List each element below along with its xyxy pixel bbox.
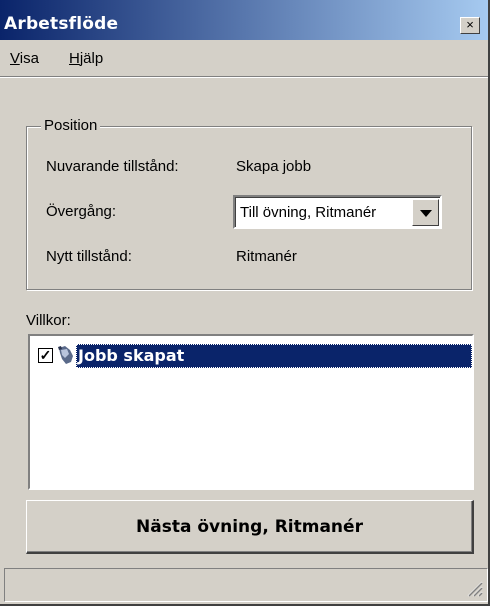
conditions-list[interactable]: ✓ Jobb skapat xyxy=(28,334,474,490)
workflow-window: Arbetsflöde × Visa Hjälp Position Nuvara… xyxy=(0,0,490,606)
position-legend: Position xyxy=(41,117,101,134)
chevron-down-icon xyxy=(420,210,432,217)
new-state-label: Nytt tillstånd: xyxy=(46,248,132,265)
close-icon: × xyxy=(466,17,474,32)
condition-selected-row[interactable]: Jobb skapat xyxy=(76,344,472,368)
transition-selected-value: Till övning, Ritmanér xyxy=(240,204,377,221)
condition-checkbox[interactable]: ✓ xyxy=(38,348,53,363)
new-state-value: Ritmanér xyxy=(236,248,297,265)
list-item[interactable]: ✓ Jobb skapat xyxy=(34,342,472,368)
status-bar xyxy=(4,568,488,602)
menu-hjalp-label: jälp xyxy=(79,50,104,67)
menu-bar: Visa Hjälp xyxy=(0,40,488,77)
transition-select-inner: Till övning, Ritmanér xyxy=(235,197,440,227)
current-state-value: Skapa jobb xyxy=(236,158,312,175)
transition-select[interactable]: Till övning, Ritmanér xyxy=(233,195,442,229)
resize-grip-icon[interactable] xyxy=(465,579,483,597)
transition-dropdown-button[interactable] xyxy=(412,199,439,226)
menu-visa-label: isa xyxy=(19,50,39,67)
close-button[interactable]: × xyxy=(460,17,480,34)
menu-visa-mnemonic: V xyxy=(10,50,20,67)
condition-label: Jobb skapat xyxy=(78,346,185,365)
menu-visa[interactable]: Visa xyxy=(10,50,39,67)
current-state-label: Nuvarande tillstånd: xyxy=(46,158,179,175)
conditions-label: Villkor: xyxy=(26,312,71,329)
title-bar[interactable]: Arbetsflöde × xyxy=(0,0,488,40)
next-step-button[interactable]: Nästa övning, Ritmanér xyxy=(26,500,474,554)
menu-hjalp[interactable]: Hjälp xyxy=(69,50,103,67)
transition-label: Övergång: xyxy=(46,203,117,220)
next-step-button-label: Nästa övning, Ritmanér xyxy=(136,517,363,537)
menu-hjalp-mnemonic: H xyxy=(69,50,80,67)
window-title: Arbetsflöde xyxy=(4,14,119,34)
dog-icon xyxy=(58,346,73,364)
